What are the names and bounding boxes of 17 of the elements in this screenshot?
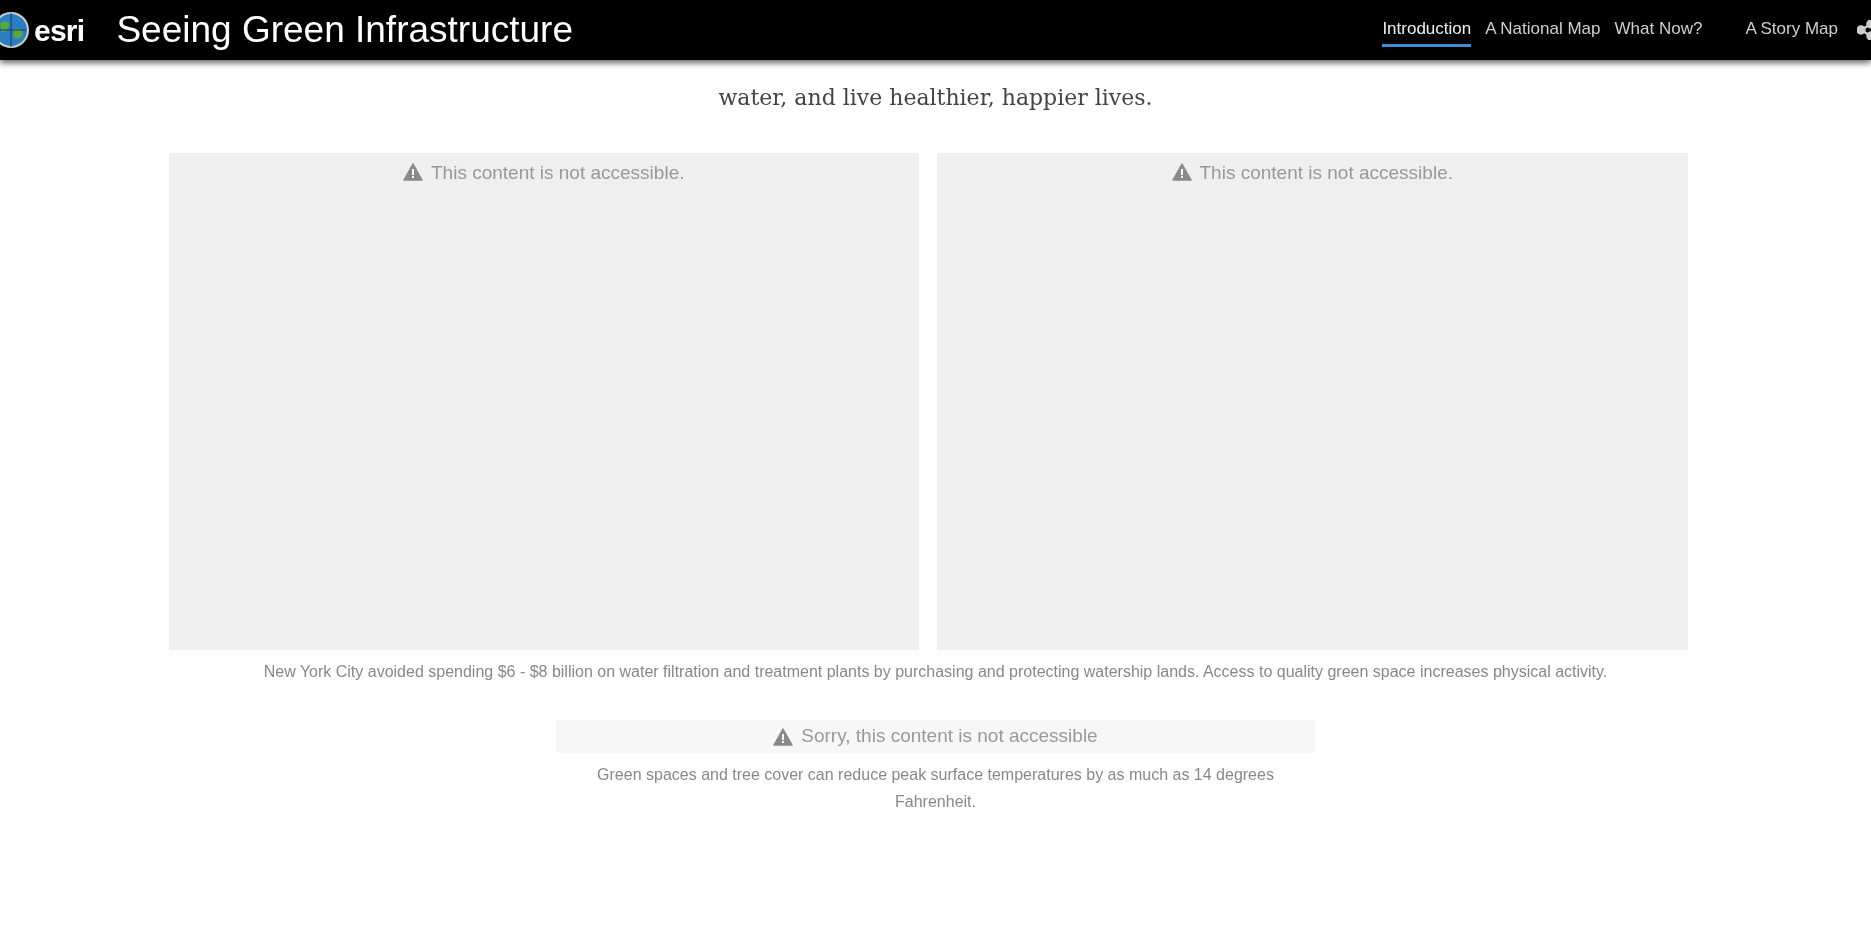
not-accessible-message: Sorry, this content is not accessible [801,724,1098,749]
warning-icon [403,163,423,181]
nav-tab[interactable]: A National Map [1485,13,1601,47]
globe-icon [0,11,30,49]
caption-text: New York City avoided spending $6 - $8 billion on water filtration and treatment plants by purchasing and protecting watership lands. Access to quality green space increases physical activity. [262,662,1609,682]
share-icon[interactable] [1857,20,1871,40]
warning-icon [773,727,794,746]
nav-tab[interactable]: What Now? [1614,13,1703,47]
warning-icon [1171,163,1192,181]
page-title: Seeing Green Infrastructure [116,8,573,53]
nav-tab[interactable]: A Story Map [1745,13,1838,47]
not-accessible-message: This content is not accessible. [431,161,685,185]
not-accessible-message: This content is not accessible. [1199,161,1453,185]
intro-text: water, and live healthier, happier lives. [717,84,1154,112]
caption-text: Green spaces and tree cover can reduce peak surface temperatures by as much as 14 degrees Fahrenheit. [596,765,1275,812]
esri-logo: esri [34,12,85,49]
nav-tab[interactable]: Introduction [1382,13,1472,47]
